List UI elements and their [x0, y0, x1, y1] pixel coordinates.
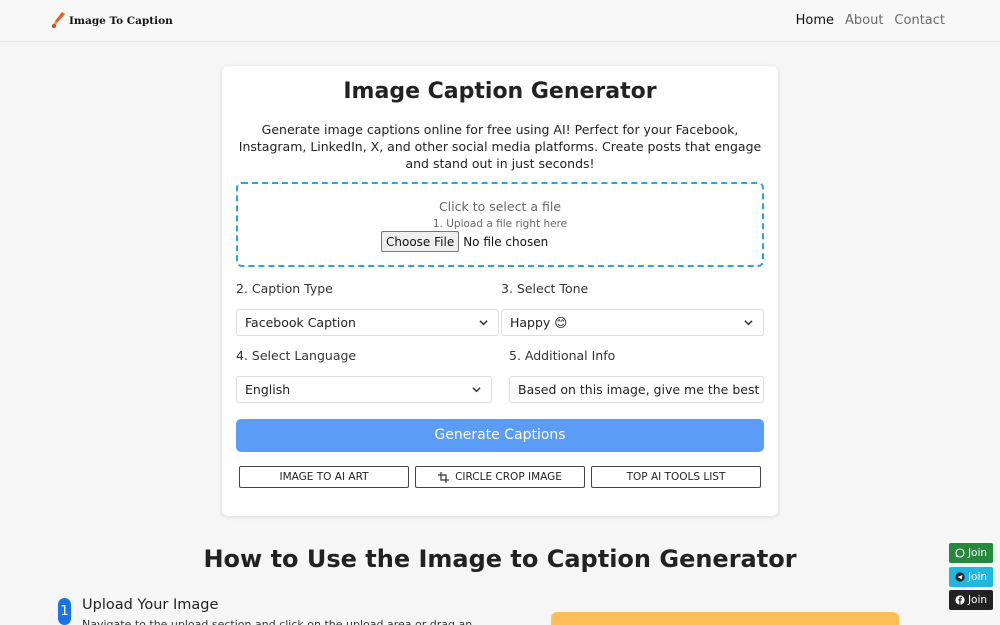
- join-label: Join: [967, 594, 988, 606]
- language-label: 4. Select Language: [236, 348, 357, 363]
- nav-contact[interactable]: Contact: [894, 13, 945, 28]
- chevron-down-icon: [479, 320, 488, 326]
- image-to-ai-art-label: IMAGE TO AI ART: [279, 471, 369, 483]
- circle-crop-image-button[interactable]: CIRCLE CROP IMAGE: [415, 466, 585, 488]
- whatsapp-icon: [955, 548, 965, 558]
- upload-dropzone[interactable]: Click to select a file 1. Upload a file …: [236, 182, 764, 267]
- dropzone-subtitle: 1. Upload a file right here: [432, 218, 568, 230]
- brush-logo-icon: [52, 12, 65, 28]
- how-to-title: How to Use the Image to Caption Generato…: [203, 545, 797, 573]
- caption-type-label: 2. Caption Type: [236, 281, 333, 296]
- file-status: No file chosen: [463, 234, 549, 249]
- dropzone-title: Click to select a file: [438, 199, 562, 214]
- nav-about[interactable]: About: [845, 13, 883, 28]
- choose-file-button[interactable]: Choose File: [381, 231, 460, 252]
- tone-value: Happy 😊: [510, 315, 568, 330]
- additional-info-input[interactable]: Based on this image, give me the best ca…: [509, 376, 764, 403]
- generate-captions-button[interactable]: Generate Captions: [236, 419, 764, 452]
- facebook-icon: [955, 595, 965, 605]
- top-ai-tools-list-button[interactable]: TOP AI TOOLS LIST: [591, 466, 761, 488]
- join-label: Join: [967, 547, 988, 559]
- caption-type-select[interactable]: Facebook Caption: [236, 309, 499, 336]
- language-value: English: [245, 382, 291, 397]
- facebook-join-button[interactable]: Join: [949, 590, 993, 610]
- page-title: Image Caption Generator: [343, 79, 657, 104]
- main-nav: Home About Contact: [796, 13, 945, 28]
- circle-crop-image-label: CIRCLE CROP IMAGE: [455, 471, 562, 483]
- tone-select[interactable]: Happy 😊: [501, 309, 764, 336]
- illustration-panel: [551, 612, 899, 625]
- telegram-join-button[interactable]: Join: [949, 567, 993, 587]
- chevron-down-icon: [744, 320, 753, 326]
- page-description: Generate image captions online for free …: [238, 122, 762, 171]
- top-ai-tools-list-label: TOP AI TOOLS LIST: [626, 471, 726, 483]
- step-text: Navigate to the upload section and click…: [82, 618, 473, 625]
- nav-home[interactable]: Home: [796, 13, 834, 28]
- chevron-down-icon: [472, 387, 481, 393]
- file-input: Choose File No file chosen: [381, 231, 548, 252]
- tone-label: 3. Select Tone: [501, 281, 589, 296]
- brand-link[interactable]: Image To Caption: [51, 11, 173, 30]
- additional-info-label: 5. Additional Info: [509, 348, 616, 363]
- telegram-icon: [955, 572, 965, 582]
- language-select[interactable]: English: [236, 376, 492, 403]
- caption-type-value: Facebook Caption: [245, 315, 356, 330]
- navbar: Image To Caption Home About Contact: [0, 0, 1000, 42]
- step-title: Upload Your Image: [82, 597, 219, 613]
- whatsapp-join-button[interactable]: Join: [949, 543, 993, 563]
- brand-name: Image To Caption: [69, 14, 173, 27]
- image-to-ai-art-button[interactable]: IMAGE TO AI ART: [239, 466, 409, 488]
- join-label: Join: [967, 571, 988, 583]
- step-number-badge: 1: [58, 598, 71, 625]
- crop-icon: [438, 471, 450, 483]
